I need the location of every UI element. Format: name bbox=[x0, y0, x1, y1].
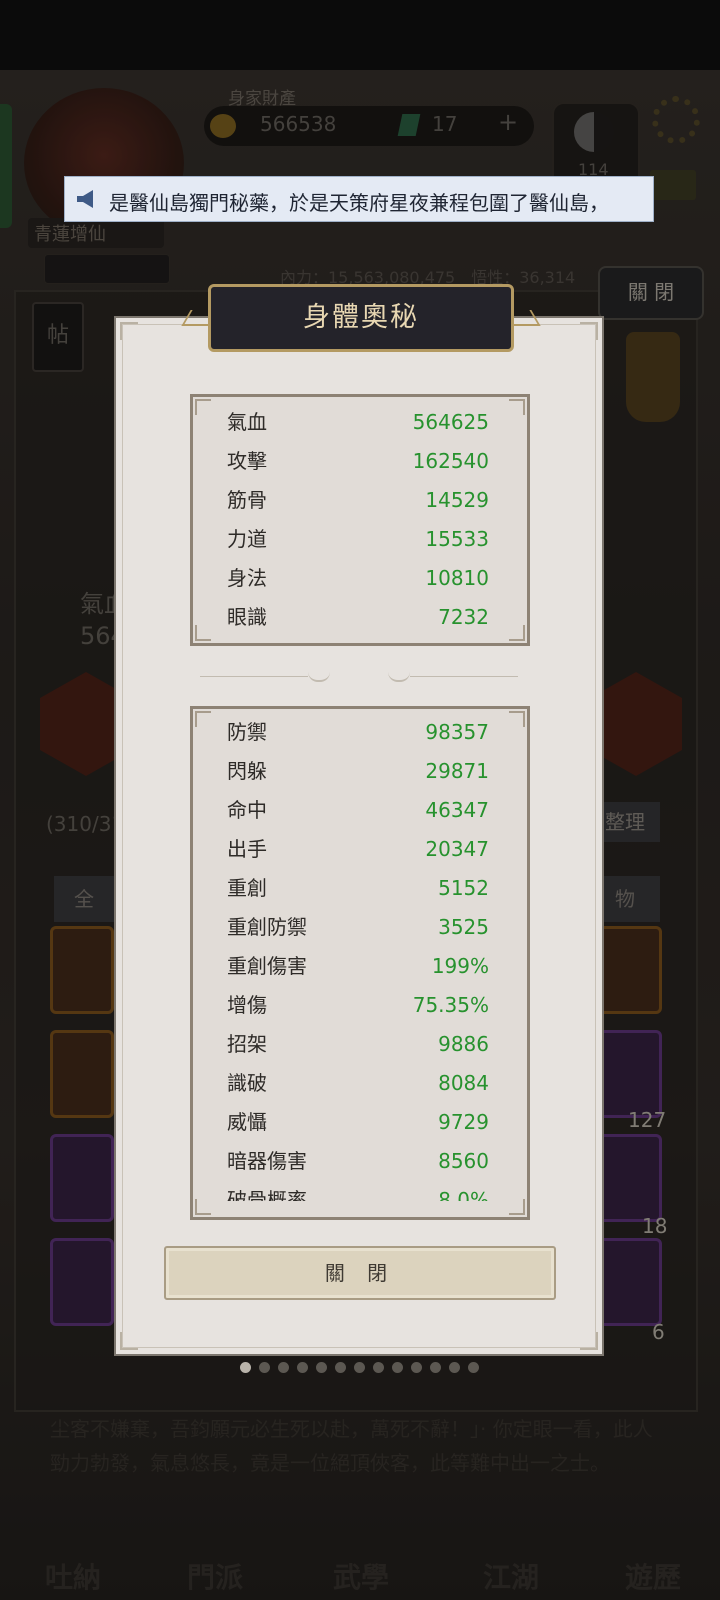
stat-row: 力道 15533 bbox=[227, 520, 489, 558]
stat-label: 威懾 bbox=[227, 1110, 267, 1134]
stat-row: 破骨概率 8.0% bbox=[227, 1181, 489, 1201]
stat-row: 眼識 7232 bbox=[227, 598, 489, 636]
stats-divider bbox=[200, 672, 518, 682]
stat-label: 增傷 bbox=[227, 993, 267, 1017]
stat-row: 重創 5152 bbox=[227, 869, 489, 907]
stat-value: 15533 bbox=[425, 527, 489, 551]
stat-label: 防禦 bbox=[227, 720, 267, 744]
stat-value: 29871 bbox=[425, 759, 489, 783]
box-corner bbox=[509, 399, 525, 415]
page-dot[interactable] bbox=[316, 1362, 327, 1373]
box-corner bbox=[195, 399, 211, 415]
box-corner bbox=[509, 1199, 525, 1215]
stat-value: 9886 bbox=[438, 1032, 489, 1056]
stat-value: 5152 bbox=[438, 876, 489, 900]
page-dot[interactable] bbox=[354, 1362, 365, 1373]
stat-label: 身法 bbox=[227, 566, 267, 590]
secondary-stats-box[interactable]: 防禦 98357 閃躲 29871 命中 46347 出手 20347 重創 5152 重創防禦 35… bbox=[190, 706, 530, 1220]
stat-label: 命中 bbox=[227, 798, 267, 822]
stat-value: 14529 bbox=[425, 488, 489, 512]
stat-value: 199% bbox=[431, 954, 489, 978]
stat-row: 識破 8084 bbox=[227, 1064, 489, 1102]
box-corner bbox=[195, 1199, 211, 1215]
stat-row: 防禦 98357 bbox=[227, 713, 489, 751]
corner-ornament bbox=[120, 1332, 138, 1350]
stat-value: 46347 bbox=[425, 798, 489, 822]
stat-value: 162540 bbox=[412, 449, 489, 473]
divider-line bbox=[410, 676, 518, 677]
stat-value: 10810 bbox=[425, 566, 489, 590]
stat-row: 命中 46347 bbox=[227, 791, 489, 829]
page-dot[interactable] bbox=[430, 1362, 441, 1373]
primary-stats-box: 氣血 564625 攻擊 162540 筋骨 14529 力道 15533 身法 10810 眼識 7… bbox=[190, 394, 530, 646]
corner-ornament bbox=[120, 322, 138, 340]
status-bar bbox=[0, 0, 720, 70]
stat-row: 暗器傷害 8560 bbox=[227, 1142, 489, 1180]
box-corner bbox=[509, 711, 525, 727]
stat-row: 筋骨 14529 bbox=[227, 481, 489, 519]
stat-value: 98357 bbox=[425, 720, 489, 744]
stat-row: 出手 20347 bbox=[227, 830, 489, 868]
stat-value: 8.0% bbox=[438, 1188, 489, 1201]
page-dot[interactable] bbox=[335, 1362, 346, 1373]
page-dot[interactable] bbox=[392, 1362, 403, 1373]
stat-label: 重創防禦 bbox=[227, 915, 307, 939]
corner-ornament bbox=[580, 322, 598, 340]
stat-value: 8560 bbox=[438, 1149, 489, 1173]
divider-ornament bbox=[388, 672, 410, 682]
stat-value: 9729 bbox=[438, 1110, 489, 1134]
stat-label: 破骨概率 bbox=[227, 1188, 307, 1201]
stat-row: 招架 9886 bbox=[227, 1025, 489, 1063]
stat-label: 出手 bbox=[227, 837, 267, 861]
corner-ornament bbox=[580, 1332, 598, 1350]
stat-value: 3525 bbox=[438, 915, 489, 939]
stat-label: 氣血 bbox=[227, 410, 267, 434]
megaphone-icon bbox=[77, 190, 93, 208]
box-corner bbox=[509, 625, 525, 641]
stat-value: 564625 bbox=[412, 410, 489, 434]
stat-row: 身法 10810 bbox=[227, 559, 489, 597]
page-dot[interactable] bbox=[240, 1362, 251, 1373]
stat-value: 7232 bbox=[438, 605, 489, 629]
stat-label: 力道 bbox=[227, 527, 267, 551]
stat-row: 氣血 564625 bbox=[227, 403, 489, 441]
stat-label: 攻擊 bbox=[227, 449, 267, 473]
stat-value: 75.35% bbox=[412, 993, 489, 1017]
close-button[interactable]: 關 閉 bbox=[164, 1246, 556, 1300]
stat-label: 閃躲 bbox=[227, 759, 267, 783]
page-dot[interactable] bbox=[411, 1362, 422, 1373]
stat-value: 20347 bbox=[425, 837, 489, 861]
page-dot[interactable] bbox=[297, 1362, 308, 1373]
close-button-label: 關 閉 bbox=[324, 1261, 396, 1285]
stat-label: 筋骨 bbox=[227, 488, 267, 512]
stat-row: 重創傷害 199% bbox=[227, 947, 489, 985]
stat-row: 攻擊 162540 bbox=[227, 442, 489, 480]
stat-row: 增傷 75.35% bbox=[227, 986, 489, 1024]
stat-value: 8084 bbox=[438, 1071, 489, 1095]
divider-ornament bbox=[308, 672, 330, 682]
page-dot[interactable] bbox=[278, 1362, 289, 1373]
dialog-title: 身體奧秘 bbox=[303, 302, 419, 333]
stat-label: 重創 bbox=[227, 876, 267, 900]
stat-row: 威懾 9729 bbox=[227, 1103, 489, 1141]
stats-scroll-area[interactable]: 防禦 98357 閃躲 29871 命中 46347 出手 20347 重創 5152 重創防禦 35… bbox=[193, 709, 527, 1201]
stat-label: 暗器傷害 bbox=[227, 1149, 307, 1173]
box-corner bbox=[195, 625, 211, 641]
announcement-banner[interactable]: 是醫仙島獨門秘藥，於是天策府星夜兼程包圍了醫仙島， bbox=[64, 176, 654, 222]
page-dot[interactable] bbox=[373, 1362, 384, 1373]
stat-label: 識破 bbox=[227, 1071, 267, 1095]
stat-label: 招架 bbox=[227, 1032, 267, 1056]
divider-line bbox=[200, 676, 308, 677]
stat-label: 眼識 bbox=[227, 605, 267, 629]
box-corner bbox=[195, 711, 211, 727]
page-dot[interactable] bbox=[259, 1362, 270, 1373]
stat-row: 閃躲 29871 bbox=[227, 752, 489, 790]
announcement-text: 是醫仙島獨門秘藥，於是天策府星夜兼程包圍了醫仙島， bbox=[109, 191, 609, 215]
dialog-title-plaque: 身體奧秘 bbox=[208, 284, 514, 352]
stat-label: 重創傷害 bbox=[227, 954, 307, 978]
page-dot[interactable] bbox=[468, 1362, 479, 1373]
page-dot[interactable] bbox=[449, 1362, 460, 1373]
stat-row: 重創防禦 3525 bbox=[227, 908, 489, 946]
